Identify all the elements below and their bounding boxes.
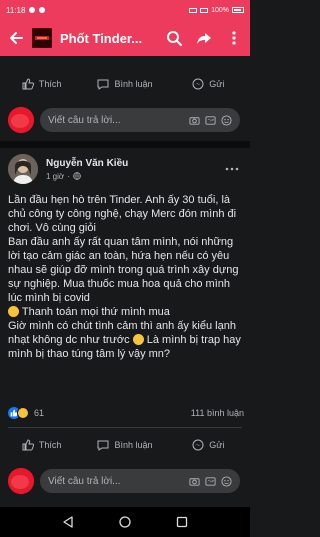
signal-icon [189,7,198,13]
gif-button[interactable] [204,475,216,487]
emoji-button[interactable] [220,114,232,126]
nav-back-button[interactable] [58,512,78,532]
user-avatar[interactable] [8,468,34,494]
status-bar: 11:18 100% [0,0,250,20]
bottom-action-row: Thích Bình luận Gửi [0,431,250,459]
post-paragraph: Thanh toán mọi thứ mình mua [8,305,244,319]
share-header-button[interactable] [194,28,214,48]
post-paragraph: Giờ mình có chút tình cảm thì anh ấy kiể… [8,320,241,360]
send-button[interactable]: Gửi [167,78,250,90]
emoji-button[interactable] [220,475,232,487]
comment-icon [97,79,109,90]
globe-icon [73,172,81,180]
reply-input[interactable]: Viết câu trả lời... [40,469,240,493]
more-vertical-icon [232,31,236,45]
group-logo-icon [35,36,49,40]
gif-icon [204,115,216,125]
user-avatar[interactable] [8,107,34,133]
bottom-reply-row: Viết câu trả lời... [0,464,250,498]
thumbs-up-icon [22,78,34,90]
app-bar: Phốt Tinder... [0,20,250,56]
notification-icon [39,7,46,13]
emoji-icon [220,114,232,126]
reactions-count: 61 [34,408,45,418]
nav-home-icon [119,516,131,528]
user-avatar-icon [8,468,34,494]
like-button[interactable]: Thích [0,78,83,90]
comment-label: Bình luận [114,440,153,450]
post-paragraph: Lần đầu hẹn hò trên Tinder. Anh ấy 30 tu… [8,194,237,234]
messenger-icon [192,439,204,451]
reaction-summary[interactable]: 61 [8,407,44,419]
gif-button[interactable] [204,114,216,126]
author-avatar[interactable] [8,154,38,184]
battery-icon [232,7,244,13]
like-label: Thích [38,440,62,450]
top-reply-row: Viết câu trả lời... [0,103,250,137]
reply-placeholder: Viết câu trả lời... [48,114,121,126]
sad-emoji-icon [8,306,19,317]
search-button[interactable] [164,28,184,48]
reactions-row: 61 111 bình luận [8,405,244,421]
comment-label: Bình luận [114,79,153,89]
search-icon [167,31,182,46]
back-button[interactable] [6,28,26,48]
nav-home-button[interactable] [115,512,135,532]
post-paragraph: Ban đầu anh ấy rất quan tâm mình, nói nh… [8,236,239,304]
smile-emoji-icon [132,334,144,345]
post-body: Lần đầu hẹn hò trên Tinder. Anh ấy 30 tu… [8,193,244,361]
wifi-icon [200,7,209,13]
post-more-button[interactable] [222,159,242,179]
group-avatar[interactable] [32,28,52,48]
send-label: Gửi [209,440,225,450]
camera-icon [188,477,200,486]
comments-count[interactable]: 111 bình luận [191,408,244,418]
like-label: Thích [38,79,62,89]
nav-back-icon [63,516,73,528]
comment-icon [97,440,109,451]
nav-recents-icon [176,516,187,528]
author-photo-icon [8,154,38,184]
comment-button[interactable]: Bình luận [83,439,166,451]
more-horizontal-icon [225,167,239,171]
more-options-button[interactable] [224,28,244,48]
nav-recents-button[interactable] [172,512,192,532]
send-button[interactable]: Gửi [167,439,250,451]
status-time: 11:18 [6,5,26,15]
gif-icon [204,476,216,486]
group-title[interactable]: Phốt Tinder... [60,31,160,46]
system-nav-bar [0,507,250,537]
author-name[interactable]: Nguyễn Văn Kiều [46,158,128,169]
comment-button[interactable]: Bình luận [83,78,166,90]
top-action-row: Thích Bình luận Gửi [0,70,250,98]
like-button[interactable]: Thích [0,439,83,451]
send-label: Gửi [209,79,225,89]
messenger-icon [192,78,204,90]
post-time[interactable]: 1 giờ [46,172,64,181]
camera-icon [188,116,200,125]
reply-input[interactable]: Viết câu trả lời... [40,108,240,132]
emoji-icon [220,475,232,487]
post-header: Nguyễn Văn Kiều 1 giờ · [8,152,242,186]
user-avatar-icon [8,107,34,133]
share-arrow-icon [197,33,211,44]
reply-placeholder: Viết câu trả lời... [48,475,121,487]
messenger-notification-icon [29,7,36,13]
camera-button[interactable] [188,475,200,487]
post-divider [0,141,250,148]
camera-button[interactable] [188,114,200,126]
haha-reaction-icon [17,407,29,419]
action-divider [8,427,242,428]
battery-level: 100% [211,6,229,14]
back-arrow-icon [10,32,23,44]
thumbs-up-icon [22,439,34,451]
separator-dot: · [67,171,70,181]
